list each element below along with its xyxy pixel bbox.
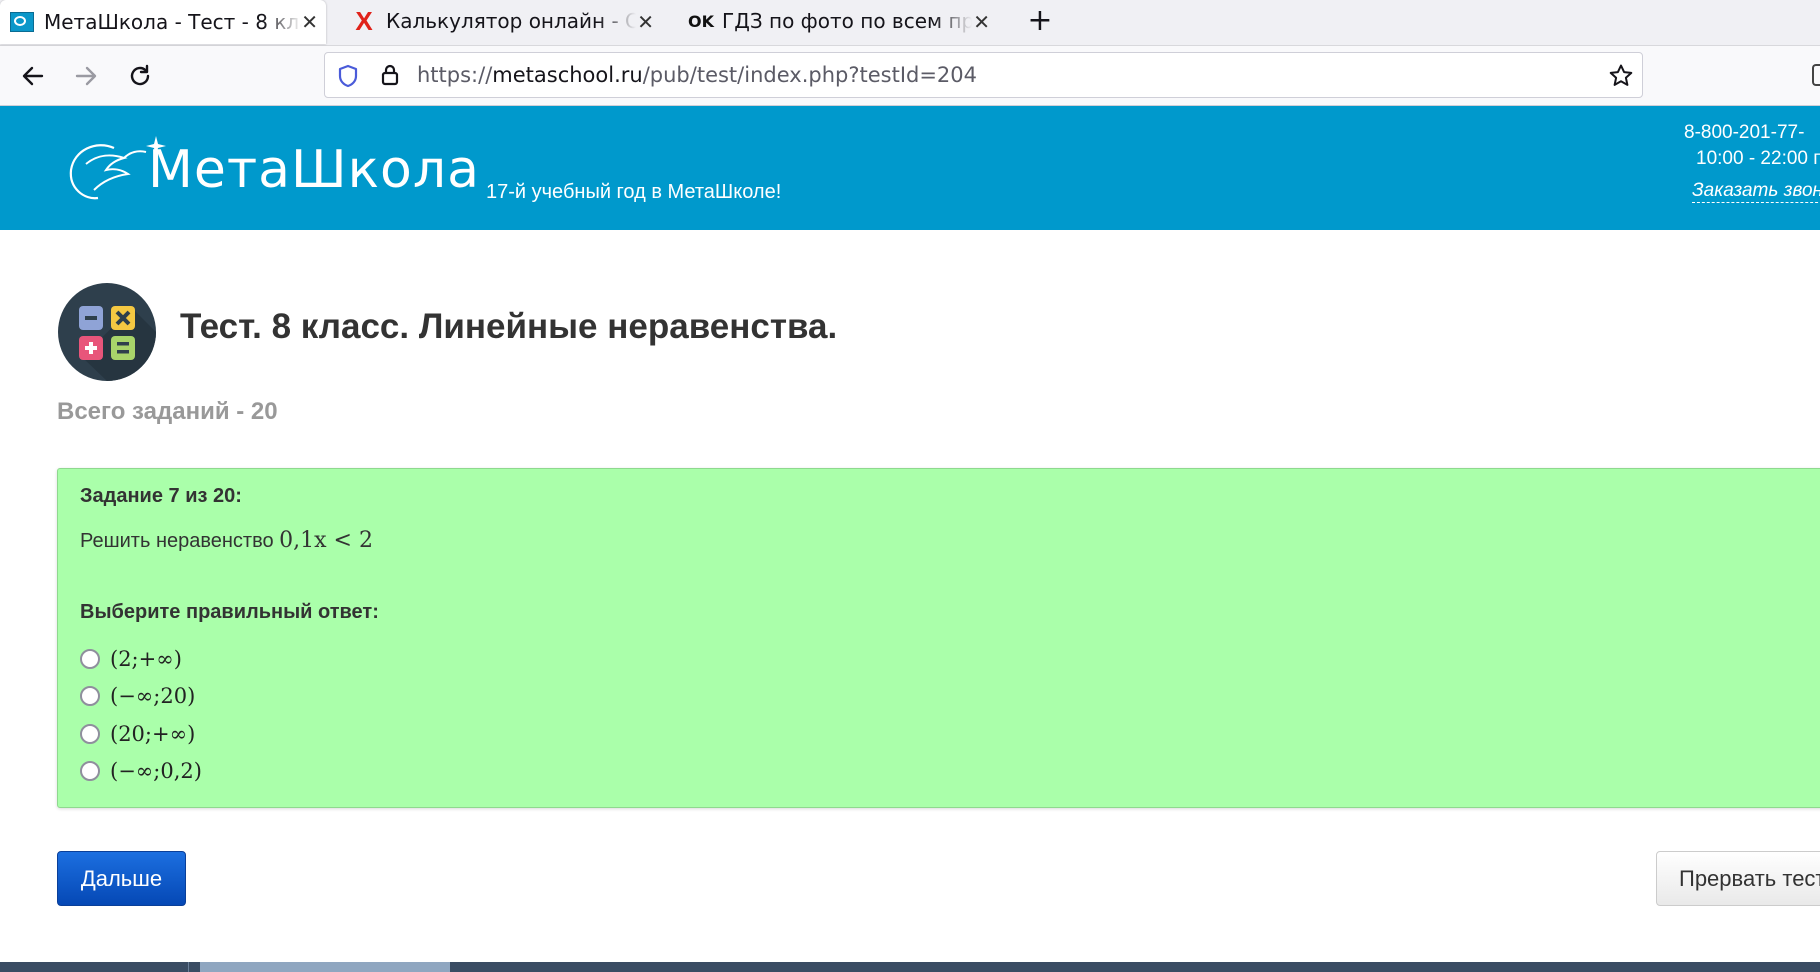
answer-prompt: Выберите правильный ответ:: [80, 601, 379, 623]
phone-number[interactable]: 8-800-201-77-: [1684, 122, 1804, 144]
browser-tab-bar: МетаШкола - Тест - 8 класс. Линейные нер…: [0, 0, 1820, 46]
arrow-left-icon: [22, 66, 44, 86]
arrow-right-icon: [75, 66, 97, 86]
tab-title: Калькулятор онлайн - СТАРТ: [386, 9, 636, 33]
close-icon[interactable]: ✕: [637, 10, 654, 34]
ok-favicon-icon: OK: [688, 11, 714, 31]
back-button[interactable]: [15, 58, 51, 94]
calculator-icon: [58, 283, 156, 381]
lock-icon[interactable]: [379, 63, 401, 87]
close-icon[interactable]: ✕: [973, 10, 990, 34]
question-math: 0,1x < 2: [279, 528, 373, 553]
url-domain: metaschool.ru: [492, 63, 643, 87]
option-label: (20;+∞): [110, 722, 196, 746]
taskbar-separator: [188, 962, 189, 972]
shield-icon[interactable]: [337, 64, 359, 88]
url-scheme: https://: [417, 63, 493, 87]
answer-option[interactable]: (−∞;0,2): [80, 756, 202, 786]
site-tagline: 17-й учебный год в МетаШколе!: [486, 181, 782, 203]
extensions-icon[interactable]: [1812, 64, 1820, 86]
close-icon[interactable]: ✕: [301, 10, 318, 34]
reload-icon: [130, 64, 150, 86]
radio-button[interactable]: [80, 761, 100, 781]
question-text: Решить неравенство: [80, 530, 274, 552]
radio-button[interactable]: [80, 686, 100, 706]
bookmark-star-icon[interactable]: [1608, 63, 1634, 89]
working-hours: 10:00 - 22:00 п: [1696, 148, 1820, 169]
reload-button[interactable]: [122, 58, 158, 94]
callback-link[interactable]: Заказать звон: [1692, 180, 1820, 203]
url-path: /pub/test/index.php?testId=204: [642, 63, 978, 87]
tab-title: МетаШкола - Тест - 8 класс. Линейные нер…: [44, 10, 302, 34]
task-question: Решить неравенство 0,1x < 2: [80, 528, 373, 553]
tab-title: ГДЗ по фото по всем предметам: [722, 9, 972, 33]
browser-nav-bar: https://metaschool.ru/pub/test/index.php…: [0, 46, 1820, 106]
radio-button[interactable]: [80, 724, 100, 744]
test-title: Тест. 8 класс. Линейные неравенства.: [180, 307, 838, 346]
x-favicon-icon: X: [355, 5, 373, 36]
answer-option[interactable]: (2;+∞): [80, 644, 182, 674]
os-taskbar: [0, 962, 1820, 972]
tab-metaschool[interactable]: МетаШкола - Тест - 8 класс. Линейные нер…: [0, 0, 326, 44]
metaschool-favicon-icon: [10, 12, 34, 32]
tab-gdz[interactable]: OK ГДЗ по фото по всем предметам ✕: [678, 0, 998, 42]
task-number: Задание 7 из 20:: [80, 485, 242, 507]
total-tasks: Всего заданий - 20: [57, 398, 278, 425]
next-button[interactable]: Дальше: [57, 851, 186, 906]
answer-option[interactable]: (20;+∞): [80, 719, 195, 749]
new-tab-button[interactable]: +: [1025, 0, 1055, 42]
url-text[interactable]: https://metaschool.ru/pub/test/index.php…: [417, 53, 977, 97]
site-header: МетаШкола 17-й учебный год в МетаШколе! …: [0, 106, 1820, 230]
option-label: (2;+∞): [110, 647, 182, 671]
radio-button[interactable]: [80, 649, 100, 669]
forward-button[interactable]: [68, 58, 104, 94]
tab-calculator[interactable]: X Калькулятор онлайн - СТАРТ ✕: [342, 0, 662, 42]
abort-test-button[interactable]: Прервать тест: [1656, 851, 1820, 906]
option-label: (−∞;0,2): [110, 759, 202, 783]
metaschool-logo[interactable]: МетаШкола: [66, 128, 479, 216]
taskbar-window-item[interactable]: [200, 962, 450, 972]
answer-option[interactable]: (−∞;20): [80, 681, 195, 711]
task-card: Задание 7 из 20: Решить неравенство 0,1x…: [57, 468, 1820, 808]
logo-text: МетаШкола: [148, 140, 480, 200]
option-label: (−∞;20): [110, 684, 196, 708]
address-bar[interactable]: https://metaschool.ru/pub/test/index.php…: [324, 52, 1643, 98]
